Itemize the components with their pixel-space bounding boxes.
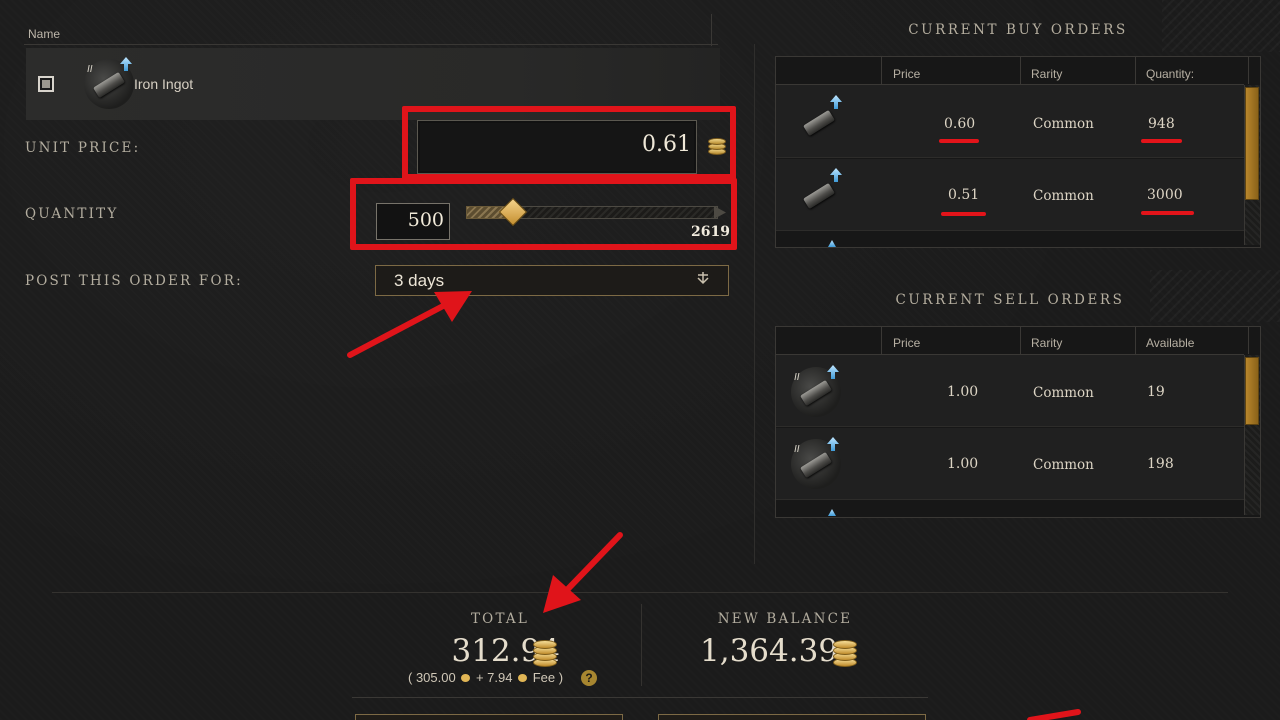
red-underline xyxy=(1141,139,1182,143)
upgrade-arrow-icon xyxy=(830,168,842,182)
arrow-to-total xyxy=(562,532,623,595)
column-divider xyxy=(1020,57,1021,84)
highlight-box-unit-price xyxy=(402,106,736,180)
upgrade-arrow-icon xyxy=(827,437,839,451)
tier-label: II xyxy=(87,64,93,75)
buttons-divider xyxy=(352,697,928,698)
sell-available: 198 xyxy=(1147,456,1174,472)
action-button-left[interactable] xyxy=(355,714,623,720)
column-header-available[interactable]: Available xyxy=(1146,336,1194,350)
column-header-name: Name xyxy=(28,27,61,41)
sell-order-row[interactable] xyxy=(776,428,1244,500)
column-header-quantity[interactable]: Quantity: xyxy=(1146,67,1194,81)
item-checkbox[interactable] xyxy=(38,76,54,92)
red-underline xyxy=(941,212,986,216)
buy-rarity: Common xyxy=(1033,188,1094,204)
iron-ingot-icon xyxy=(794,168,844,220)
item-name: Iron Ingot xyxy=(134,76,194,92)
unit-price-label: UNIT PRICE: xyxy=(25,140,141,156)
iron-ingot-icon xyxy=(794,95,844,147)
red-underline xyxy=(1141,211,1194,215)
column-divider xyxy=(881,57,882,84)
action-button-right[interactable] xyxy=(658,714,926,720)
column-header-rarity[interactable]: Rarity xyxy=(1031,67,1062,81)
highlight-box-quantity xyxy=(350,178,737,250)
column-header-price[interactable]: Price xyxy=(893,336,920,350)
column-header-price[interactable]: Price xyxy=(893,67,920,81)
sell-orders-scroll-thumb[interactable] xyxy=(1245,357,1259,425)
upgrade-arrow-icon xyxy=(827,365,839,379)
column-divider xyxy=(1135,57,1136,84)
upgrade-arrow-icon xyxy=(120,57,132,71)
help-icon[interactable]: ? xyxy=(581,670,597,686)
new-balance-label: NEW BALANCE xyxy=(717,611,853,627)
panel-divider xyxy=(754,44,755,564)
iron-ingot-icon: II xyxy=(84,57,134,109)
header-ornament xyxy=(1162,0,1280,52)
column-divider xyxy=(1020,327,1021,354)
buy-orders-scroll-thumb[interactable] xyxy=(1245,87,1259,200)
totals-divider xyxy=(52,592,1228,593)
sell-order-row[interactable] xyxy=(776,355,1244,427)
iron-ingot-icon: II xyxy=(791,365,841,417)
total-breakdown: ( 305.00 + 7.94 Fee ) xyxy=(408,670,563,685)
buy-rarity: Common xyxy=(1033,116,1094,132)
sell-rarity: Common xyxy=(1033,457,1094,473)
column-divider xyxy=(1135,327,1136,354)
header-ornament xyxy=(1150,270,1280,322)
new-balance-value: 1,364.39 xyxy=(700,633,839,669)
tier-label: II xyxy=(794,444,800,455)
quantity-label: QUANTITY xyxy=(25,206,119,222)
chevron-down-icon xyxy=(696,270,710,290)
column-divider xyxy=(1248,57,1249,84)
upgrade-arrow-icon xyxy=(828,240,836,247)
buy-orders-title: CURRENT BUY ORDERS xyxy=(908,22,1128,38)
breakdown-base: ( 305.00 xyxy=(408,670,456,685)
post-duration-label: POST THIS ORDER FOR: xyxy=(25,273,243,289)
header-divider xyxy=(24,44,718,45)
arrow-to-total-head xyxy=(543,575,581,613)
column-divider xyxy=(1248,327,1249,354)
totals-column-divider xyxy=(641,604,642,686)
sell-available: 19 xyxy=(1147,384,1165,400)
upgrade-arrow-icon xyxy=(828,509,836,516)
tier-label: II xyxy=(794,372,800,383)
buy-price: 0.51 xyxy=(948,187,980,203)
sell-rarity: Common xyxy=(1033,385,1094,401)
coin-stack-icon xyxy=(833,640,859,668)
red-underline xyxy=(939,139,979,143)
buy-price: 0.60 xyxy=(944,116,976,132)
coin-stack-icon xyxy=(533,640,559,668)
sell-orders-title: CURRENT SELL ORDERS xyxy=(895,292,1125,308)
column-divider xyxy=(881,327,882,354)
upgrade-arrow-icon xyxy=(830,95,842,109)
breakdown-fee-amount: + 7.94 xyxy=(475,670,513,685)
coin-icon xyxy=(461,674,471,682)
coin-icon xyxy=(518,674,528,682)
arrow-to-duration xyxy=(347,302,448,358)
total-label: TOTAL xyxy=(470,611,530,627)
sell-price: 1.00 xyxy=(947,384,979,400)
header-column-divider xyxy=(711,14,712,46)
sell-price: 1.00 xyxy=(947,456,979,472)
buy-quantity: 948 xyxy=(1148,116,1175,132)
iron-ingot-icon: II xyxy=(791,437,841,489)
duration-selected-value: 3 days xyxy=(394,271,445,290)
arrow-bottom-right xyxy=(1027,709,1081,720)
column-header-rarity[interactable]: Rarity xyxy=(1031,336,1062,350)
breakdown-fee-label: Fee ) xyxy=(532,670,564,685)
buy-quantity: 3000 xyxy=(1147,187,1183,203)
